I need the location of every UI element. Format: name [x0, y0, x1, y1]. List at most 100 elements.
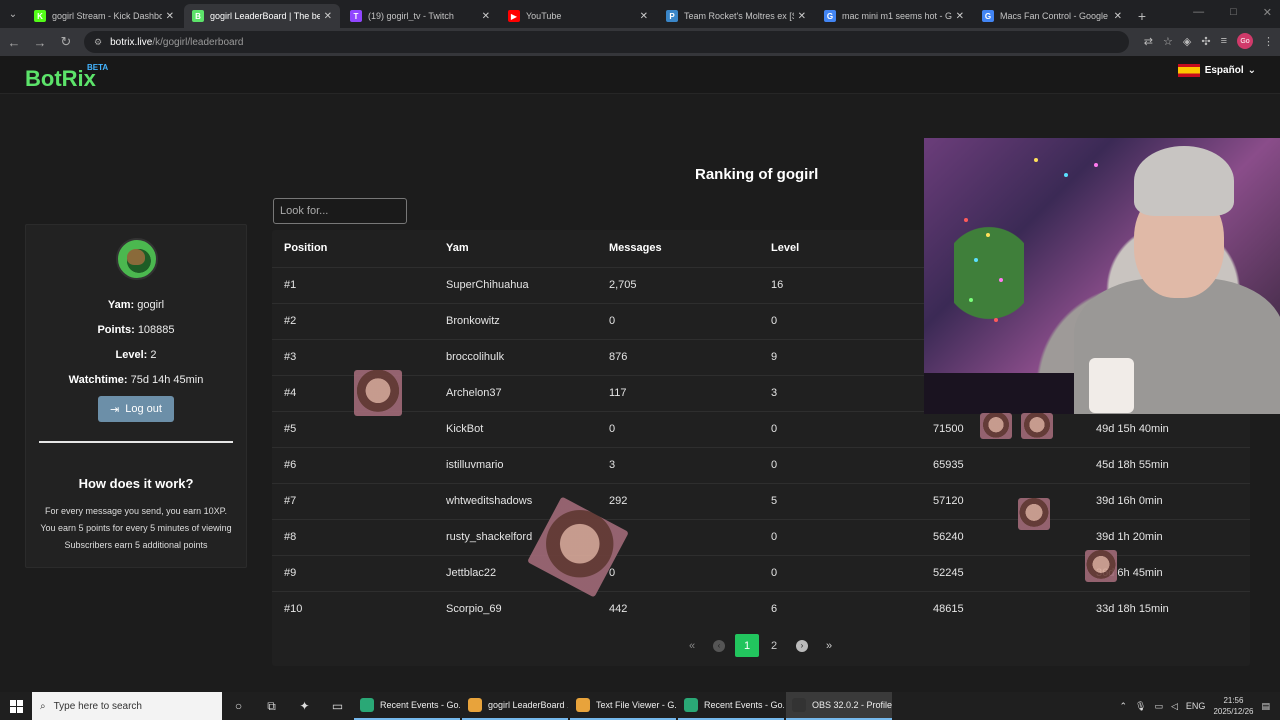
cell-points: 56240: [933, 531, 964, 543]
page-2-button[interactable]: 2: [762, 634, 786, 657]
browser-tab[interactable]: T (19) gogirl_tv - Twitch ✕: [342, 4, 498, 28]
url-bar[interactable]: ⚙ botrix.live/k/gogirl/leaderboard: [84, 31, 1129, 53]
site-info-icon[interactable]: ⚙: [94, 37, 102, 48]
browser-tab[interactable]: G mac mini m1 seems hot - Google Search …: [816, 4, 972, 28]
cell-level: 0: [771, 531, 778, 543]
cell-position: #10: [284, 603, 303, 615]
language-label: Español: [1204, 65, 1244, 76]
tab-title: YouTube: [526, 11, 562, 21]
tab-close-icon[interactable]: ✕: [1114, 11, 1122, 22]
cell-level: 5: [771, 495, 778, 507]
prev-page-icon[interactable]: ‹: [707, 634, 731, 657]
close-window-icon[interactable]: ✕: [1263, 6, 1272, 19]
tab-title: gogirl LeaderBoard | The best Chat...: [210, 11, 320, 21]
tab-close-icon[interactable]: ✕: [798, 11, 806, 22]
notification-icon[interactable]: ▤: [1261, 701, 1270, 712]
kebab-menu-icon[interactable]: ⋮: [1263, 35, 1274, 48]
microphone-icon[interactable]: 🎙: [1135, 701, 1146, 712]
taskbar-app-label: Recent Events - Go...: [380, 700, 460, 710]
browser-tab[interactable]: ▶ YouTube ✕: [500, 4, 656, 28]
chevron-down-icon: ⌄: [1247, 65, 1256, 76]
profile-avatar[interactable]: Go: [1237, 33, 1253, 49]
tab-close-icon[interactable]: ✕: [640, 11, 648, 22]
points-label: Points:: [97, 324, 135, 336]
taskbar-app[interactable]: Recent Events - Go...: [354, 692, 460, 720]
media-control-icon[interactable]: ≡: [1221, 35, 1227, 47]
file-explorer-icon[interactable]: ▭: [321, 692, 354, 720]
tab-close-icon[interactable]: ✕: [482, 11, 490, 22]
tab-close-icon[interactable]: ✕: [956, 11, 964, 22]
forward-icon[interactable]: →: [28, 30, 52, 54]
tab-favicon-icon: T: [350, 10, 362, 22]
task-view-icon[interactable]: ⧉: [255, 692, 288, 720]
volume-icon[interactable]: ◁: [1171, 701, 1178, 712]
browser-tab[interactable]: G Macs Fan Control - Google Search ✕: [974, 4, 1130, 28]
maximize-icon[interactable]: □: [1230, 6, 1237, 19]
next-page-icon[interactable]: ›: [790, 634, 814, 657]
page-1-button[interactable]: 1: [735, 634, 759, 657]
logout-icon: ⇥: [110, 403, 120, 416]
cell-messages: 292: [609, 495, 628, 507]
tab-close-icon[interactable]: ✕: [166, 11, 174, 22]
system-tray: ⌃ 🎙 ▭ ◁ ENG 21:56 2025/12/26 ▤: [1120, 692, 1280, 720]
cell-messages: 3: [609, 459, 616, 471]
tab-favicon-icon: P: [666, 10, 678, 22]
browser-tab[interactable]: B gogirl LeaderBoard | The best Chat... …: [184, 4, 340, 28]
column-header-level[interactable]: Level: [771, 242, 799, 254]
taskbar-app[interactable]: OBS 32.0.2 - Profile:...: [786, 692, 892, 720]
cell-level: 0: [771, 567, 778, 579]
log-out-button[interactable]: ⇥ Log out: [98, 396, 174, 422]
app-icon: [360, 698, 374, 712]
cell-yam: rusty_shackelford: [446, 531, 533, 543]
app-icon: [792, 698, 806, 712]
windows-start-icon[interactable]: [0, 692, 32, 720]
taskbar-app[interactable]: Text File Viewer - G...: [570, 692, 676, 720]
back-icon[interactable]: ←: [2, 30, 26, 54]
toolbar-icons: ⇄ ☆ ◈ ✣ ≡ Go ⋮: [1144, 33, 1274, 49]
new-tab-button[interactable]: +: [1132, 4, 1152, 28]
window-controls: — □ ✕: [1193, 6, 1272, 19]
language-indicator[interactable]: ENG: [1186, 701, 1206, 711]
search-input[interactable]: [273, 198, 407, 224]
reload-icon[interactable]: ↻: [54, 30, 78, 54]
search-icon: ⌕: [40, 700, 46, 712]
network-icon[interactable]: ▭: [1154, 701, 1163, 712]
divider: [39, 441, 233, 443]
cell-level: 0: [771, 423, 778, 435]
tray-chevron-icon[interactable]: ⌃: [1120, 701, 1128, 712]
column-header-yam[interactable]: Yam: [446, 242, 469, 254]
taskbar-app-label: OBS 32.0.2 - Profile:...: [812, 700, 892, 710]
browser-tab[interactable]: P Team Rocket's Moltres ex [Stamped] ✕: [658, 4, 814, 28]
extension-icon[interactable]: ◈: [1183, 35, 1191, 48]
watchtime-label: Watchtime:: [68, 374, 128, 386]
cell-position: #7: [284, 495, 297, 507]
tab-close-icon[interactable]: ✕: [324, 11, 332, 22]
column-header-messages[interactable]: Messages: [609, 242, 662, 254]
translate-icon[interactable]: ⇄: [1144, 35, 1153, 48]
copilot-icon[interactable]: ✦: [288, 692, 321, 720]
bookmark-star-icon[interactable]: ☆: [1163, 35, 1173, 48]
emote-sticker: [1018, 498, 1050, 530]
points-value: 108885: [137, 324, 175, 336]
botrix-logo[interactable]: BotRix: [25, 66, 96, 92]
taskbar-search[interactable]: ⌕ Type here to search: [32, 692, 222, 720]
taskbar-app[interactable]: gogirl LeaderBoard ...: [462, 692, 568, 720]
clock[interactable]: 21:56 2025/12/26: [1213, 695, 1253, 717]
taskbar-app[interactable]: Recent Events - Go...: [678, 692, 784, 720]
cell-level: 9: [771, 351, 778, 363]
cell-points: 57120: [933, 495, 964, 507]
cortana-icon[interactable]: ○: [222, 692, 255, 720]
cell-messages: 2,705: [609, 279, 637, 291]
webcam-overlay: [924, 138, 1280, 414]
minimize-icon[interactable]: —: [1193, 6, 1204, 19]
browser-tab[interactable]: K gogirl Stream - Kick Dashboard ✕: [26, 4, 182, 28]
first-page-icon[interactable]: «: [680, 634, 704, 657]
column-header-position[interactable]: Position: [284, 242, 327, 254]
cell-messages: 876: [609, 351, 628, 363]
puzzle-icon[interactable]: ✣: [1201, 35, 1210, 48]
language-selector[interactable]: Español ⌄: [1177, 64, 1256, 77]
last-page-icon[interactable]: »: [817, 634, 841, 657]
cell-points: 65935: [933, 459, 964, 471]
tab-search-chevron-icon[interactable]: ⌄: [0, 0, 26, 28]
profile-yam: Yam: gogirl: [25, 299, 247, 311]
